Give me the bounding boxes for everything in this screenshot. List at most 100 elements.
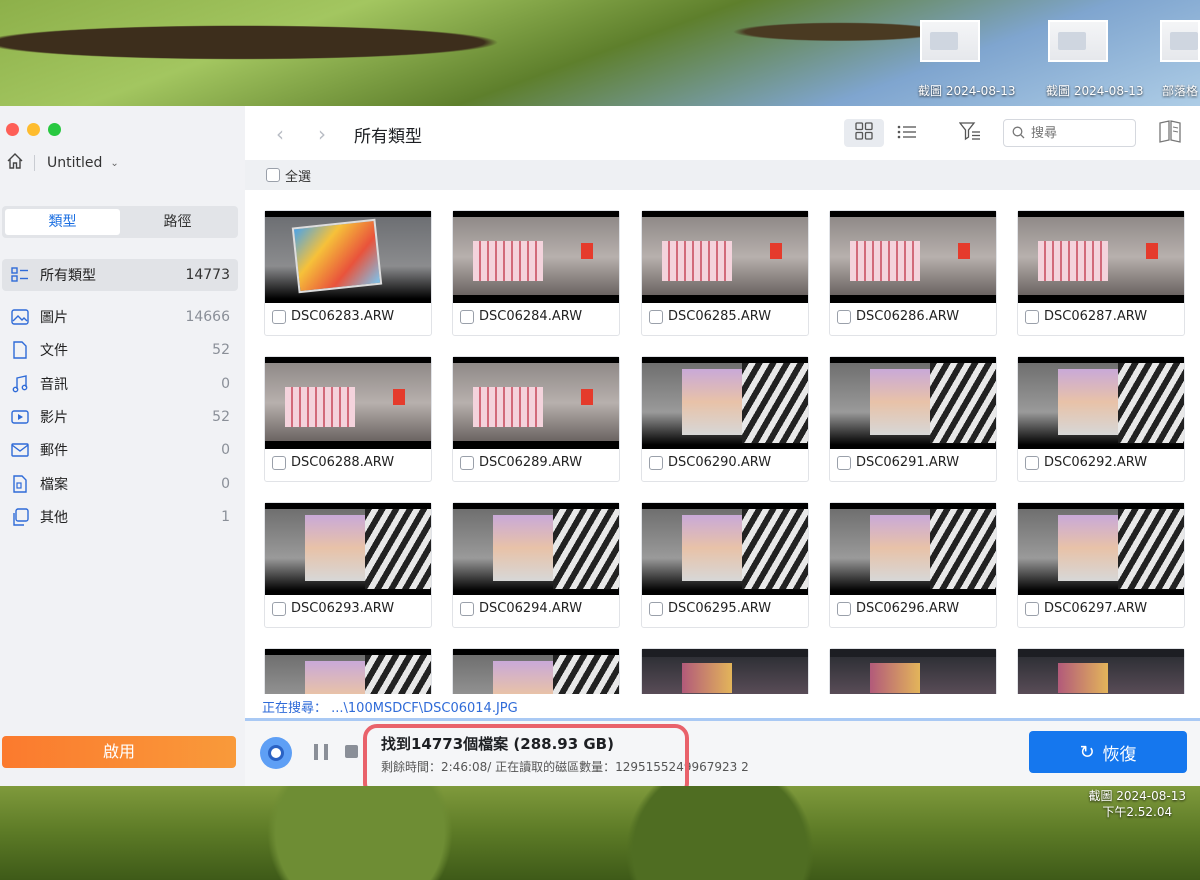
file-tile[interactable]: [829, 648, 997, 694]
minimize-window-button[interactable]: [27, 123, 40, 136]
file-checkbox[interactable]: [272, 309, 286, 324]
file-checkbox[interactable]: [1025, 601, 1039, 616]
file-name: DSC06293.ARW: [291, 601, 395, 616]
file-checkbox[interactable]: [649, 309, 663, 324]
close-window-button[interactable]: [6, 123, 19, 136]
pause-button[interactable]: [314, 744, 328, 760]
project-name[interactable]: Untitled: [47, 155, 102, 171]
category-all[interactable]: 所有類型 14773: [2, 259, 238, 291]
file-tile[interactable]: DSC06288.ARW: [264, 356, 432, 482]
file-thumbnail: [265, 503, 431, 595]
tab-type[interactable]: 類型: [5, 209, 120, 235]
desktop-screenshot-2[interactable]: 截圖 2024-08-13: [1046, 20, 1144, 99]
category-archive[interactable]: 檔案 0: [2, 469, 238, 499]
file-thumbnail: [453, 357, 619, 449]
forward-arrow-icon[interactable]: ›: [318, 122, 326, 146]
file-checkbox[interactable]: [649, 455, 663, 470]
file-checkbox[interactable]: [837, 309, 851, 324]
file-tile[interactable]: DSC06286.ARW: [829, 210, 997, 336]
file-checkbox[interactable]: [272, 601, 286, 616]
desktop-screenshot-3[interactable]: 部落格: [1160, 20, 1200, 99]
document-icon: [10, 340, 30, 360]
file-tile[interactable]: DSC06297.ARW: [1017, 502, 1185, 628]
file-tile[interactable]: DSC06296.ARW: [829, 502, 997, 628]
file-checkbox[interactable]: [1025, 309, 1039, 324]
file-tile[interactable]: DSC06290.ARW: [641, 356, 809, 482]
category-count: 52: [212, 409, 230, 425]
toolbar: ‹ › 所有類型: [245, 106, 1200, 160]
file-grid: DSC06283.ARW DSC06284.ARW DSC06285.ARW D…: [245, 190, 1200, 694]
category-video[interactable]: 影片 52: [2, 402, 238, 432]
file-tile[interactable]: DSC06292.ARW: [1017, 356, 1185, 482]
desktop-screenshot-1[interactable]: 截圖 2024-08-13: [918, 20, 1016, 99]
file-checkbox[interactable]: [837, 455, 851, 470]
list-view-icon: [897, 124, 917, 143]
chevron-down-icon[interactable]: ⌄: [110, 158, 118, 169]
grid-view-icon: [855, 122, 873, 144]
file-checkbox[interactable]: [272, 455, 286, 470]
recover-button[interactable]: ↻ 恢復: [1029, 731, 1187, 773]
file-tile[interactable]: DSC06284.ARW: [452, 210, 620, 336]
file-name: DSC06287.ARW: [1044, 309, 1148, 324]
file-tile[interactable]: [452, 648, 620, 694]
desktop-screenshot-corner[interactable]: 截圖 2024-08-13 下午2.52.04: [1088, 788, 1186, 820]
screenshot-thumb: [1160, 20, 1200, 62]
file-thumbnail: [1018, 649, 1184, 694]
recover-label: 恢復: [1102, 744, 1137, 765]
category-audio[interactable]: 音訊 0: [2, 369, 238, 399]
category-label: 檔案: [40, 477, 68, 493]
file-checkbox[interactable]: [460, 601, 474, 616]
category-count: 0: [221, 476, 230, 492]
file-checkbox[interactable]: [460, 309, 474, 324]
list-view-button[interactable]: [893, 119, 921, 147]
desktop-file-label: 截圖 2024-08-13: [1088, 789, 1186, 803]
file-tile[interactable]: DSC06285.ARW: [641, 210, 809, 336]
category-images[interactable]: 圖片 14666: [2, 302, 238, 332]
category-other[interactable]: 其他 1: [2, 502, 238, 532]
file-thumbnail: [453, 649, 619, 694]
file-thumbnail: [453, 211, 619, 303]
desktop-file-label: 截圖 2024-08-13: [918, 84, 1016, 98]
home-icon[interactable]: [6, 152, 24, 174]
grid-view-button[interactable]: [844, 119, 884, 147]
file-tile[interactable]: DSC06293.ARW: [264, 502, 432, 628]
category-label: 音訊: [40, 377, 68, 393]
activate-button[interactable]: 啟用: [2, 736, 236, 768]
filter-button[interactable]: [958, 120, 982, 146]
annotation-highlight: [363, 724, 689, 786]
file-tile[interactable]: DSC06283.ARW: [264, 210, 432, 336]
file-tile[interactable]: [1017, 648, 1185, 694]
category-mail[interactable]: 郵件 0: [2, 435, 238, 465]
category-label: 所有類型: [40, 268, 96, 284]
file-tile[interactable]: [641, 648, 809, 694]
file-tile[interactable]: DSC06295.ARW: [641, 502, 809, 628]
select-all-checkbox[interactable]: [266, 168, 280, 182]
file-thumbnail: [642, 357, 808, 449]
file-thumbnail: [830, 503, 996, 595]
tab-path[interactable]: 路徑: [120, 209, 235, 235]
app-window: Untitled ⌄ 類型 路徑 所有類型 14773 圖片 14666 文件 …: [0, 106, 1200, 786]
book-icon: [1158, 119, 1182, 147]
stop-button[interactable]: [345, 745, 358, 758]
guide-button[interactable]: [1157, 120, 1183, 146]
disk-scan-icon: [260, 737, 292, 769]
file-checkbox[interactable]: [1025, 455, 1039, 470]
file-tile[interactable]: DSC06294.ARW: [452, 502, 620, 628]
category-count: 14666: [185, 309, 230, 325]
window-controls: [6, 123, 61, 136]
file-checkbox[interactable]: [649, 601, 663, 616]
file-tile[interactable]: [264, 648, 432, 694]
search-input[interactable]: [1031, 125, 1121, 141]
back-arrow-icon[interactable]: ‹: [276, 122, 284, 146]
file-tile[interactable]: DSC06287.ARW: [1017, 210, 1185, 336]
filter-icon: [958, 121, 981, 145]
file-tile[interactable]: DSC06289.ARW: [452, 356, 620, 482]
search-field[interactable]: [1003, 119, 1136, 147]
file-checkbox[interactable]: [837, 601, 851, 616]
category-label: 影片: [40, 410, 68, 426]
file-tile[interactable]: DSC06291.ARW: [829, 356, 997, 482]
maximize-window-button[interactable]: [48, 123, 61, 136]
category-documents[interactable]: 文件 52: [2, 335, 238, 365]
category-label: 郵件: [40, 443, 68, 459]
file-checkbox[interactable]: [460, 455, 474, 470]
